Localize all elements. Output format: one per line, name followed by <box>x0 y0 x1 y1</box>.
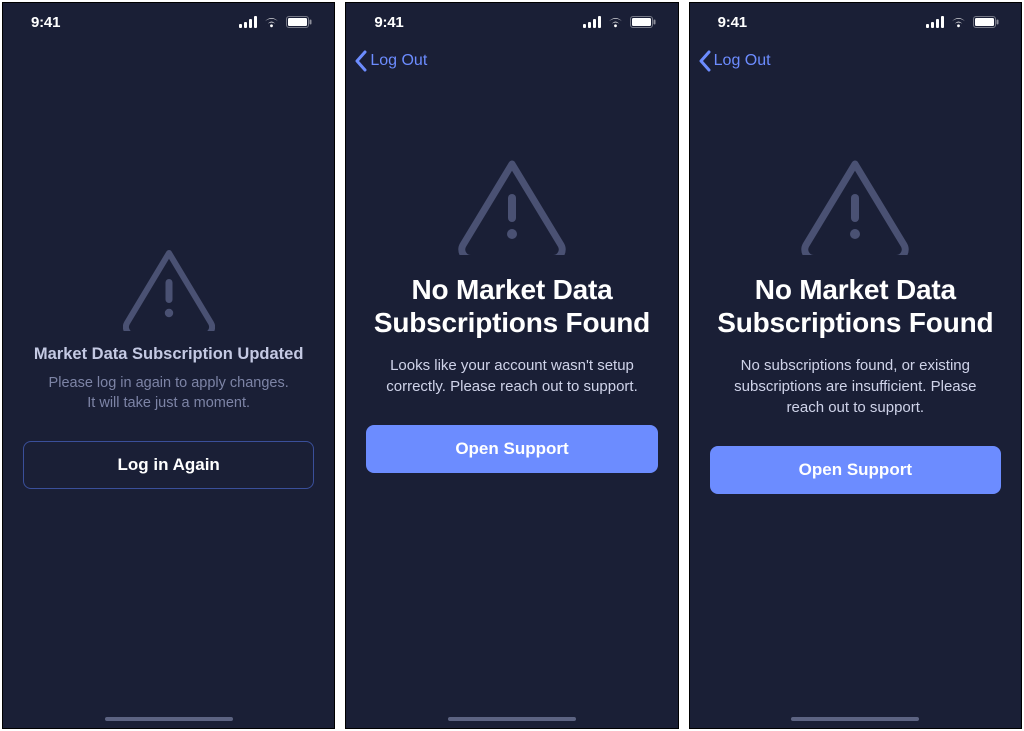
status-indicators <box>239 16 312 28</box>
empty-state: Market Data Subscription Updated Please … <box>3 81 334 728</box>
chevron-left-icon <box>698 50 712 72</box>
empty-state-title: No Market Data Subscriptions Found <box>366 273 657 339</box>
status-time: 9:41 <box>718 14 747 31</box>
logout-button[interactable]: Log Out <box>698 50 771 72</box>
nav-back-label: Log Out <box>370 52 427 70</box>
nav-bar: Log Out <box>690 41 1021 81</box>
wifi-icon <box>607 16 624 28</box>
empty-state: No Market Data Subscriptions Found Looks… <box>346 81 677 728</box>
button-label: Open Support <box>799 460 912 480</box>
empty-state-body: Looks like your account wasn't setup cor… <box>366 355 657 397</box>
status-time: 9:41 <box>374 14 403 31</box>
button-label: Open Support <box>455 439 568 459</box>
status-indicators <box>926 16 999 28</box>
empty-state-body: No subscriptions found, or existing subs… <box>710 355 1001 418</box>
button-label: Log in Again <box>118 455 220 475</box>
empty-state-body: Please log in again to apply changes.It … <box>49 374 289 413</box>
screen-no-subscriptions-insufficient: 9:41 Log Out No Market Data Subscription… <box>689 2 1022 729</box>
battery-icon <box>630 16 656 28</box>
empty-state: No Market Data Subscriptions Found No su… <box>690 81 1021 728</box>
warning-icon <box>458 159 566 255</box>
battery-icon <box>973 16 999 28</box>
empty-state-title: No Market Data Subscriptions Found <box>710 273 1001 339</box>
wifi-icon <box>950 16 967 28</box>
home-indicator <box>791 717 919 721</box>
warning-icon <box>123 249 215 331</box>
battery-icon <box>286 16 312 28</box>
home-indicator <box>105 717 233 721</box>
logout-button[interactable]: Log Out <box>354 50 427 72</box>
status-time: 9:41 <box>31 14 60 31</box>
nav-back-label: Log Out <box>714 52 771 70</box>
signal-icon <box>583 16 601 28</box>
status-bar: 9:41 <box>346 3 677 41</box>
status-bar: 9:41 <box>3 3 334 41</box>
wifi-icon <box>263 16 280 28</box>
screen-subscription-updated: 9:41 Market Data Subscription Updated Pl… <box>2 2 335 729</box>
screen-no-subscriptions-setup: 9:41 Log Out No Market Data Subscription… <box>345 2 678 729</box>
status-indicators <box>583 16 656 28</box>
warning-icon <box>801 159 909 255</box>
nav-bar: Log Out <box>346 41 677 81</box>
signal-icon <box>239 16 257 28</box>
login-again-button[interactable]: Log in Again <box>23 441 314 489</box>
home-indicator <box>448 717 576 721</box>
open-support-button[interactable]: Open Support <box>366 425 657 473</box>
empty-state-title: Market Data Subscription Updated <box>34 345 304 364</box>
signal-icon <box>926 16 944 28</box>
status-bar: 9:41 <box>690 3 1021 41</box>
chevron-left-icon <box>354 50 368 72</box>
open-support-button[interactable]: Open Support <box>710 446 1001 494</box>
